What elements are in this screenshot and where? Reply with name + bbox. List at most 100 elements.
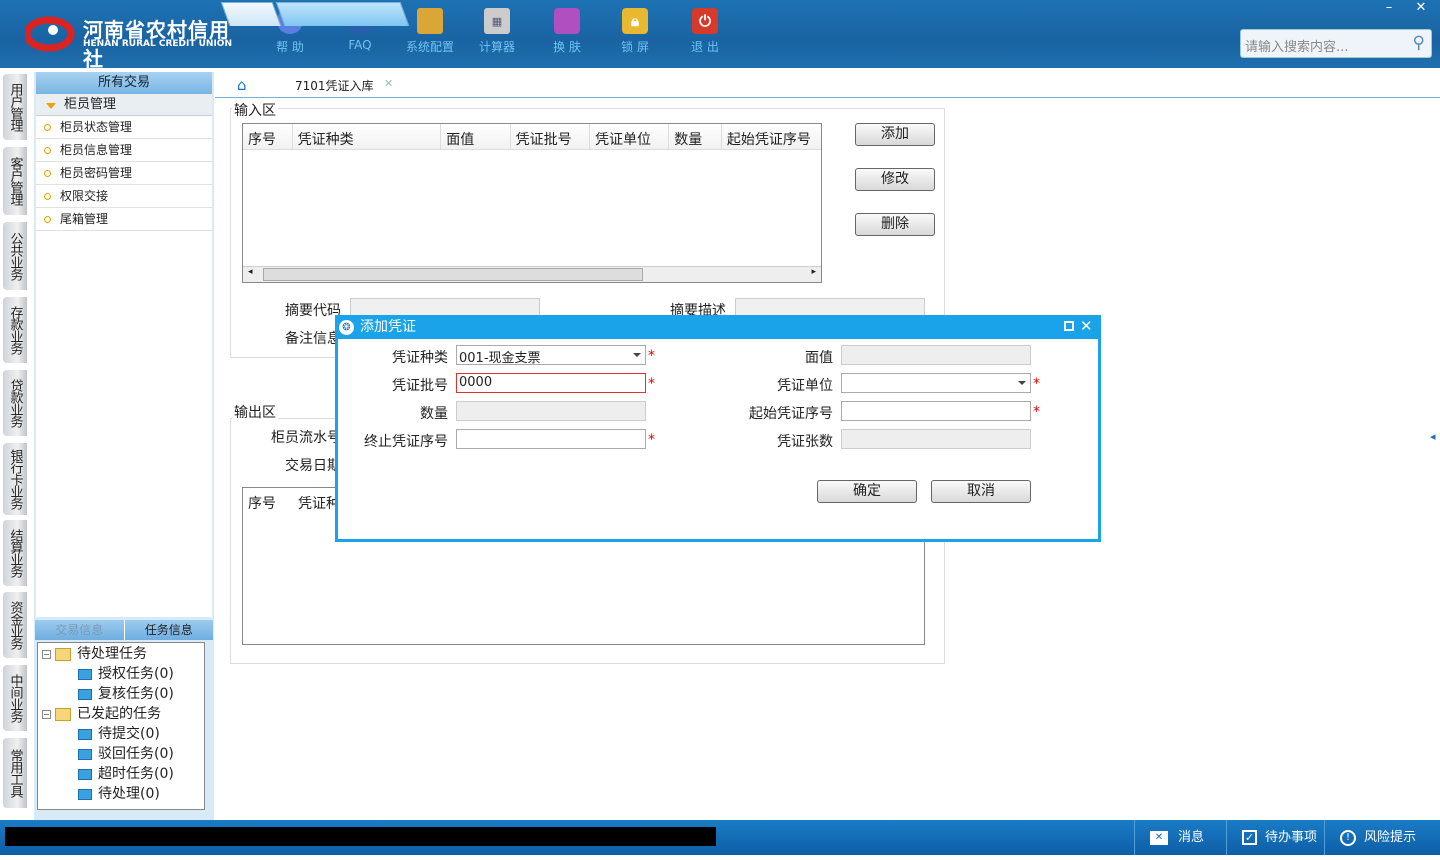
logo-subtext: HENAN RURAL CREDIT UNION bbox=[83, 39, 232, 49]
tool-label: 退 出 bbox=[691, 40, 719, 54]
sidebar-item[interactable]: 尾箱管理 bbox=[36, 208, 212, 231]
tree-node[interactable]: 驳回任务(0) bbox=[38, 744, 204, 764]
start-serial-input[interactable] bbox=[841, 401, 1031, 421]
search-icon[interactable]: ⚲ bbox=[1413, 33, 1425, 53]
power-icon: ⏻ bbox=[692, 8, 718, 34]
batch-input[interactable]: 0000 bbox=[456, 373, 646, 393]
confirm-button[interactable]: 确定 bbox=[817, 480, 917, 503]
column-header[interactable]: 面值 bbox=[441, 124, 511, 149]
close-window-button[interactable]: ✕ bbox=[1406, 0, 1436, 18]
tree-node[interactable]: − 已发起的任务 bbox=[38, 704, 204, 724]
shirt-icon bbox=[554, 8, 580, 34]
risk-button[interactable]: ! 风险提示 bbox=[1324, 820, 1440, 855]
module-tab-intermediary[interactable]: 中间业务 bbox=[3, 665, 27, 731]
module-tab-loan[interactable]: 贷款业务 bbox=[3, 370, 27, 436]
voucher-type-label: 凭证种类 bbox=[392, 350, 448, 366]
collapse-icon[interactable]: − bbox=[42, 649, 51, 659]
tab-7101[interactable] bbox=[275, 2, 410, 26]
qty-input[interactable] bbox=[456, 401, 646, 421]
unit-label: 凭证单位 bbox=[777, 378, 833, 394]
sidebar-item[interactable]: 柜员状态管理 bbox=[36, 116, 212, 139]
close-dialog-icon[interactable]: ✕ bbox=[1080, 317, 1093, 335]
tab-transaction-info[interactable]: 交易信息 bbox=[35, 620, 124, 640]
tab-home[interactable] bbox=[220, 2, 282, 26]
required-marker: * bbox=[1033, 404, 1040, 420]
edit-button[interactable]: 修改 bbox=[855, 168, 935, 191]
batch-value: 0000 bbox=[459, 375, 493, 390]
calculator-icon: ▦ bbox=[484, 8, 510, 34]
close-tab-icon[interactable]: ✕ bbox=[384, 77, 393, 90]
search-input[interactable]: 请输入搜索内容... ⚲ bbox=[1240, 29, 1432, 58]
scroll-right-icon[interactable]: ▸ bbox=[811, 267, 816, 277]
tree-node[interactable]: 超时任务(0) bbox=[38, 764, 204, 784]
module-tab-tools[interactable]: 常用工具 bbox=[3, 738, 27, 808]
minimize-button[interactable]: – bbox=[1374, 0, 1404, 18]
tree-node[interactable]: 授权任务(0) bbox=[38, 664, 204, 684]
chevron-down-icon[interactable] bbox=[1018, 381, 1026, 389]
calculator-button[interactable]: ▦ 计算器 bbox=[467, 8, 527, 55]
settings-button[interactable]: 系统配置 bbox=[400, 8, 460, 55]
dialog-title-bar[interactable]: 添加凭证 bbox=[335, 315, 1101, 339]
home-icon[interactable]: ⌂ bbox=[237, 76, 247, 94]
tree-node[interactable]: 待提交(0) bbox=[38, 724, 204, 744]
delete-button[interactable]: 删除 bbox=[855, 213, 935, 236]
tree-label: 授权任务(0) bbox=[98, 666, 174, 682]
column-header[interactable]: 起始凭证序号 bbox=[722, 124, 821, 149]
scroll-left-icon[interactable]: ◂ bbox=[248, 267, 253, 277]
collapse-icon[interactable]: − bbox=[42, 709, 51, 719]
folder-icon bbox=[78, 788, 92, 800]
column-header[interactable]: 凭证种类 bbox=[293, 124, 442, 149]
maximize-icon[interactable] bbox=[1064, 321, 1074, 331]
output-area-legend: 输出区 bbox=[232, 402, 278, 422]
face-value-input[interactable] bbox=[841, 345, 1031, 365]
exit-button[interactable]: ⏻ 退 出 bbox=[675, 8, 735, 55]
speech-bubble-icon: ! bbox=[1340, 829, 1356, 846]
trans-date-label: 交易日期 bbox=[285, 458, 341, 474]
column-header[interactable]: 凭证单位 bbox=[590, 124, 670, 149]
cancel-button[interactable]: 取消 bbox=[931, 480, 1031, 503]
expand-panel-icon[interactable]: ◂ bbox=[1430, 430, 1436, 443]
skin-button[interactable]: 换 肤 bbox=[537, 8, 597, 55]
tab-task-info[interactable]: 任务信息 bbox=[123, 620, 214, 640]
tree-node[interactable]: 待处理(0) bbox=[38, 784, 204, 804]
todo-button[interactable]: ✓ 待办事项 bbox=[1226, 820, 1324, 855]
task-tree: − 待处理任务 授权任务(0) 复核任务(0) − 已发起的任务 待提交(0) 驳回… bbox=[37, 642, 205, 810]
voucher-type-select[interactable]: 001-现金支票 bbox=[456, 345, 646, 366]
messages-button[interactable]: ✕ 消息 bbox=[1134, 820, 1226, 855]
unit-select[interactable] bbox=[841, 373, 1031, 393]
sidebar-title: 所有交易 bbox=[36, 72, 212, 94]
module-tab-user[interactable]: 用户管理 bbox=[3, 74, 27, 140]
sidebar-item[interactable]: 权限交接 bbox=[36, 185, 212, 208]
column-header[interactable]: 凭证批号 bbox=[511, 124, 590, 149]
column-header[interactable]: 数量 bbox=[669, 124, 722, 149]
module-tab-settlement[interactable]: 结算业务 bbox=[3, 520, 27, 586]
count-input[interactable] bbox=[841, 429, 1031, 449]
module-tab-card[interactable]: 银行卡业务 bbox=[3, 443, 27, 515]
module-tab-public[interactable]: 公共业务 bbox=[3, 222, 27, 290]
tree-node[interactable]: 复核任务(0) bbox=[38, 684, 204, 704]
chevron-down-icon[interactable] bbox=[633, 353, 641, 361]
column-header[interactable]: 序号 bbox=[243, 124, 293, 149]
folder-icon bbox=[78, 728, 92, 740]
horizontal-scrollbar[interactable]: ◂ ▸ bbox=[243, 266, 821, 282]
sidebar-item[interactable]: 柜员信息管理 bbox=[36, 139, 212, 162]
messages-label: 消息 bbox=[1178, 830, 1205, 845]
scrollbar-thumb[interactable] bbox=[263, 268, 643, 281]
module-tab-customer[interactable]: 客户管理 bbox=[3, 147, 27, 215]
add-button[interactable]: 添加 bbox=[855, 123, 935, 146]
lock-button[interactable]: 🔒︎ 锁 屏 bbox=[605, 8, 665, 55]
sidebar-group-teller[interactable]: 柜员管理 bbox=[36, 94, 212, 116]
folder-icon bbox=[78, 668, 92, 680]
toolbox-icon bbox=[417, 8, 443, 34]
module-tab-funds[interactable]: 资金业务 bbox=[3, 592, 27, 658]
end-serial-input[interactable] bbox=[456, 429, 646, 449]
tree-node[interactable]: − 待处理任务 bbox=[38, 644, 204, 664]
tool-label: FAQ bbox=[348, 38, 372, 52]
module-tab-deposit[interactable]: 存款业务 bbox=[3, 297, 27, 363]
tool-label: 锁 屏 bbox=[621, 40, 649, 54]
required-marker: * bbox=[648, 376, 655, 392]
tool-label: 计算器 bbox=[478, 40, 515, 54]
sidebar-item[interactable]: 柜员密码管理 bbox=[36, 162, 212, 185]
dialog-title: 添加凭证 bbox=[360, 319, 416, 335]
column-header[interactable]: 序号 bbox=[248, 493, 298, 513]
